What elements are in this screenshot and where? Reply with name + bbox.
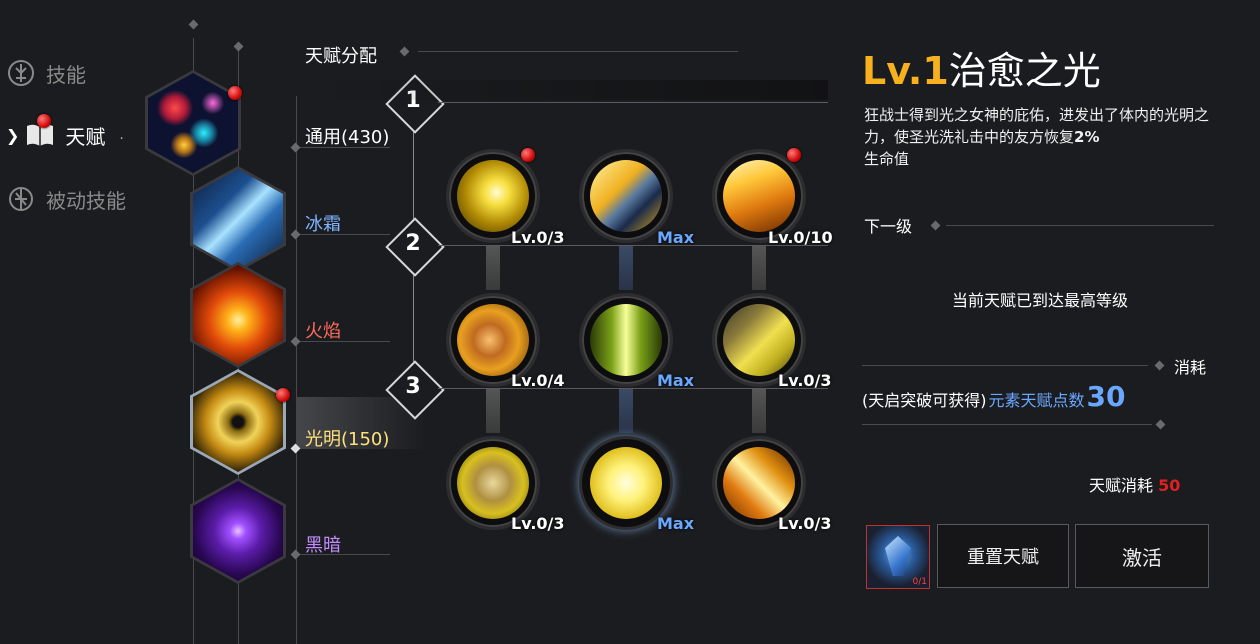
element-points-row: (天启突破可获得) 元素天赋点数 30 bbox=[862, 380, 1125, 413]
category-label-general[interactable]: 通用(430) bbox=[305, 123, 389, 149]
decor-diamond bbox=[290, 336, 301, 347]
skill-name: 治愈之光 bbox=[948, 49, 1101, 93]
skill-connector bbox=[486, 246, 500, 290]
decor-line bbox=[300, 554, 390, 555]
light-fist-icon bbox=[457, 304, 529, 376]
tier-row-shade bbox=[300, 80, 828, 100]
tier-number-2: 2 bbox=[405, 231, 421, 256]
description-value: 2% bbox=[1074, 128, 1100, 146]
skill-level: Lv.0/10 bbox=[768, 228, 833, 247]
decor-line bbox=[418, 51, 738, 52]
decor-line bbox=[946, 225, 1214, 226]
decor-line bbox=[300, 147, 390, 148]
category-label-fire[interactable]: 火焰 bbox=[305, 317, 341, 343]
category-label-light[interactable]: 光明(150) bbox=[305, 425, 389, 451]
notification-dot bbox=[787, 148, 801, 162]
sidebar-item-passive[interactable]: 被动技能 bbox=[6, 184, 126, 214]
heal-light-icon bbox=[590, 447, 662, 519]
description-text: 狂战士得到光之女神的庇佑，进发出了体内的光明之力，使圣光洗礼击中的友方恢复 bbox=[864, 106, 1210, 146]
skill-icon bbox=[6, 58, 36, 88]
sidebar-item-talent[interactable]: ❯ 天赋 . bbox=[6, 114, 124, 150]
skill-connector bbox=[619, 246, 633, 290]
allocation-title: 天赋分配 bbox=[305, 46, 377, 67]
decor-diamond bbox=[399, 46, 410, 57]
sidebar-item-skills[interactable]: 技能 bbox=[6, 58, 86, 88]
skill-connector bbox=[486, 389, 500, 433]
decor-diamond bbox=[233, 41, 244, 52]
notification-dot bbox=[521, 148, 535, 162]
sidebar-item-label: 技能 bbox=[46, 62, 86, 87]
next-level-label: 下一级 bbox=[864, 217, 913, 236]
light-slash-icon bbox=[723, 160, 795, 232]
talent-cost-row: 天赋消耗 50 bbox=[1089, 472, 1180, 496]
light-sword-icon bbox=[590, 160, 662, 232]
item-count: 0/1 bbox=[912, 577, 927, 587]
activate-button[interactable]: 激活 bbox=[1075, 524, 1209, 588]
reset-item-slot[interactable]: 0/1 bbox=[866, 525, 930, 589]
cost-label: 消耗 bbox=[1174, 358, 1207, 377]
skill-level: Lv.0/4 bbox=[511, 371, 565, 390]
decor-line bbox=[300, 234, 390, 235]
chevron-right-icon: ❯ bbox=[6, 125, 20, 145]
skill-node[interactable] bbox=[449, 152, 537, 240]
skill-level: Max bbox=[657, 228, 695, 247]
skill-node[interactable] bbox=[715, 152, 803, 240]
decor-diamond bbox=[290, 549, 301, 560]
tier-row-line bbox=[438, 102, 828, 103]
crystal-item-icon bbox=[885, 536, 911, 576]
skill-description: 狂战士得到光之女神的庇佑，进发出了体内的光明之力，使圣光洗礼击中的友方恢复2% 生… bbox=[864, 104, 1216, 170]
decor-line bbox=[296, 96, 297, 644]
light-punch-icon bbox=[457, 447, 529, 519]
skill-level: Lv.0/3 bbox=[511, 228, 565, 247]
max-level-text: 当前天赋已到达最高等级 bbox=[951, 291, 1128, 310]
talent-cost-value: 50 bbox=[1158, 476, 1181, 495]
tier-number-3: 3 bbox=[405, 374, 421, 399]
skill-node[interactable] bbox=[582, 152, 670, 240]
talent-cost-label: 天赋消耗 bbox=[1089, 476, 1154, 495]
reset-talent-button[interactable]: 重置天赋 bbox=[937, 524, 1069, 588]
decor-diamond bbox=[290, 142, 301, 153]
book-icon bbox=[25, 114, 55, 150]
decor-diamond bbox=[188, 19, 199, 30]
skill-connector bbox=[619, 389, 633, 433]
notification-dot bbox=[228, 86, 242, 100]
light-claw-icon bbox=[723, 304, 795, 376]
light-pillar-icon bbox=[590, 304, 662, 376]
skill-title: Lv.1治愈之光 bbox=[862, 40, 1101, 95]
decor-line bbox=[300, 341, 390, 342]
skill-level: Max bbox=[657, 371, 695, 390]
sidebar-item-label: 被动技能 bbox=[46, 188, 126, 213]
skill-level: Lv.0/3 bbox=[778, 371, 832, 390]
light-burst-icon bbox=[457, 160, 529, 232]
decor-diamond bbox=[1154, 360, 1165, 371]
skill-level: Lv.0/3 bbox=[778, 514, 832, 533]
skill-connector bbox=[752, 389, 766, 433]
notification-dot bbox=[276, 388, 290, 402]
skill-level: Max bbox=[657, 514, 695, 533]
decor-line bbox=[862, 365, 1148, 366]
decor-diamond bbox=[930, 220, 941, 231]
element-points-value: 30 bbox=[1086, 380, 1126, 413]
description-text-end: 生命值 bbox=[864, 150, 910, 168]
decor-diamond bbox=[290, 229, 301, 240]
passive-icon bbox=[6, 184, 36, 214]
category-label-frost[interactable]: 冰霜 bbox=[305, 210, 341, 236]
element-points-label: 元素天赋点数 bbox=[988, 391, 1085, 410]
active-marker: . bbox=[119, 127, 124, 143]
skill-connector bbox=[752, 246, 766, 290]
light-streak-icon bbox=[723, 447, 795, 519]
decor-diamond bbox=[1155, 419, 1166, 430]
sidebar-item-label: 天赋 bbox=[65, 124, 106, 149]
skill-level: Lv.0/3 bbox=[511, 514, 565, 533]
skill-level-title: Lv.1 bbox=[862, 49, 949, 93]
awaken-text: (天启突破可获得) bbox=[862, 391, 987, 410]
decor-line bbox=[862, 424, 1152, 425]
